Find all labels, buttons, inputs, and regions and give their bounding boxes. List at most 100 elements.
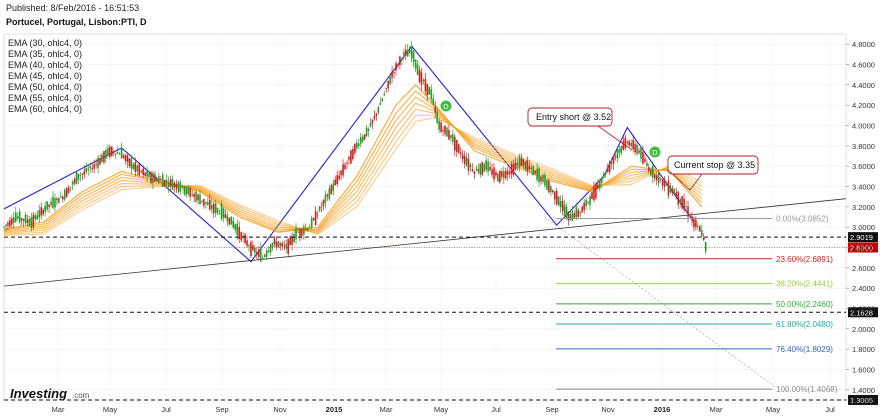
candle-body: [499, 170, 501, 183]
candle-body: [361, 136, 364, 142]
candle-body: [179, 182, 182, 192]
candle-body: [265, 250, 268, 257]
candle-body: [395, 63, 397, 71]
candle-body: [138, 164, 141, 175]
candle-body: [436, 111, 438, 123]
candle-body: [191, 194, 193, 196]
candle-body: [454, 136, 456, 151]
y-tick-label: 2.0000: [852, 325, 875, 334]
candle-body: [38, 210, 41, 218]
candle-body: [250, 242, 252, 257]
candle-body: [271, 242, 274, 248]
candle-body: [424, 78, 427, 92]
candle-body: [426, 83, 429, 96]
candle-body: [195, 191, 197, 202]
candle-body: [248, 245, 250, 247]
candle-body: [602, 173, 605, 178]
y-tick-label: 4.2000: [852, 101, 875, 110]
candle-body: [485, 160, 487, 170]
candle-body: [109, 146, 111, 157]
candle-body: [571, 211, 574, 222]
y-tick-label: 4.0000: [852, 122, 875, 131]
candle-body: [648, 167, 650, 171]
candle-body: [506, 171, 509, 175]
candle-body: [659, 178, 662, 180]
candle-body: [406, 49, 409, 57]
candle-body: [95, 164, 97, 166]
candle-body: [632, 139, 634, 150]
candle-body: [163, 179, 166, 186]
candle-body: [561, 200, 564, 212]
candle-body: [258, 250, 260, 257]
candle-body: [448, 130, 450, 140]
x-tick-label: Nov: [601, 405, 615, 414]
candle-body: [58, 197, 60, 204]
candle-body: [305, 228, 307, 230]
candle-body: [224, 214, 227, 218]
y-tick-label: 3.8000: [852, 142, 875, 151]
candle-body: [254, 247, 256, 253]
candle-body: [514, 162, 517, 170]
candle-body: [383, 93, 386, 96]
candle-body: [565, 206, 568, 219]
candle-body: [273, 238, 276, 244]
candle-body: [289, 236, 291, 246]
candle-body: [234, 224, 237, 231]
legend-entry: EMA (45, ohlc4, 0): [8, 71, 82, 81]
candle-body: [608, 162, 611, 173]
candle-body: [230, 216, 233, 225]
candle-body: [434, 106, 436, 113]
logo-suffix: .com: [72, 391, 90, 400]
candle-body: [201, 200, 203, 202]
candle-body: [573, 213, 576, 218]
candle-body: [438, 120, 440, 130]
legend-entry: EMA (55, ohlc4, 0): [8, 93, 82, 103]
candle-body: [465, 157, 468, 166]
x-tick-label: Mar: [52, 405, 65, 414]
price-tag-label: 2.9019: [850, 233, 873, 242]
candle-body: [557, 196, 560, 206]
candle-body: [118, 153, 121, 155]
candle-body: [412, 51, 415, 62]
candle-body: [152, 173, 154, 184]
candle-body: [583, 202, 585, 210]
y-tick-label: 4.6000: [852, 61, 875, 70]
candle-body: [158, 176, 160, 183]
candle-body: [297, 231, 299, 233]
candle-body: [528, 165, 531, 170]
candle-body: [187, 187, 190, 194]
candle-body: [150, 172, 152, 183]
candle-body: [428, 86, 431, 95]
x-tick-label: Mar: [380, 405, 393, 414]
candle-body: [452, 134, 454, 142]
candle-body: [134, 162, 137, 172]
candle-body: [67, 187, 70, 194]
candle-body: [673, 189, 676, 194]
candle-body: [457, 144, 460, 153]
candle-body: [546, 179, 548, 190]
candle-body: [522, 159, 525, 165]
candle-body: [307, 227, 309, 231]
candle-body: [103, 151, 105, 163]
candle-body: [20, 218, 23, 221]
x-tick-label: 2015: [326, 405, 343, 414]
x-tick-label: Jul: [825, 405, 835, 414]
candle-body: [303, 226, 305, 235]
candle-body: [91, 168, 93, 170]
candle-body: [483, 164, 485, 172]
candle-body: [322, 199, 325, 206]
legend-entry: EMA (40, ohlc4, 0): [8, 60, 82, 70]
candle-body: [338, 175, 340, 180]
price-chart[interactable]: 0.00%(3.0852) 23.60%(2.6891) 38.20%(2.4441…: [0, 0, 880, 419]
candle-body: [538, 168, 540, 183]
candle-body: [318, 206, 321, 212]
candle-body: [524, 161, 527, 170]
candle-body: [699, 226, 701, 232]
candle-body: [481, 162, 484, 175]
candle-body: [107, 147, 109, 156]
candle-body: [87, 168, 90, 171]
candle-body: [62, 196, 64, 200]
candle-body: [130, 158, 133, 169]
candle-body: [236, 223, 239, 236]
candle-body: [348, 156, 350, 160]
